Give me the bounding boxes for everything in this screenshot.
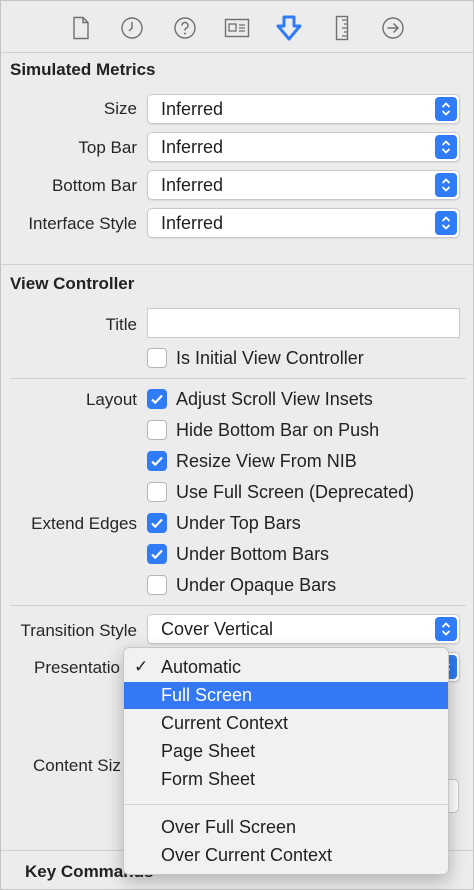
resize-view-from-nib-label: Resize View From NIB (176, 450, 357, 471)
interface-style-value: Inferred (161, 213, 224, 233)
transition-style-value: Cover Vertical (161, 619, 274, 639)
content-size-label: Content Siz (33, 756, 121, 775)
bottom-bar-value: Inferred (161, 175, 224, 195)
menu-item-label: Over Current Context (161, 845, 333, 865)
transition-style-popup[interactable]: Cover Vertical (147, 614, 460, 644)
hide-bottom-bar-label: Hide Bottom Bar on Push (176, 419, 380, 440)
under-opaque-bars-checkbox[interactable]: Under Opaque Bars (147, 573, 336, 597)
file-icon[interactable] (67, 14, 95, 42)
attributes-icon[interactable] (275, 14, 303, 42)
initial-view-controller-label: Is Initial View Controller (176, 347, 364, 368)
menu-item-full-screen[interactable]: Full Screen (124, 682, 448, 709)
menu-item-label: Automatic (161, 657, 242, 677)
layout-label: Layout (85, 390, 137, 409)
checkmark-icon (147, 389, 167, 409)
checkbox-box (147, 348, 167, 368)
identity-card-icon[interactable] (223, 14, 251, 42)
presentation-menu: ✓ Automatic Full Screen Current Context … (123, 647, 449, 875)
clock-icon[interactable] (118, 14, 146, 42)
view-controller-heading: View Controller (10, 274, 135, 293)
transition-style-label: Transition Style (20, 621, 137, 640)
chevron-up-down-icon (435, 211, 457, 235)
bottom-bar-label: Bottom Bar (51, 176, 137, 195)
presentation-label: Presentatio (34, 658, 120, 677)
menu-separator (124, 804, 448, 805)
under-bottom-bars-label: Under Bottom Bars (176, 543, 330, 564)
size-label: Size (103, 99, 137, 118)
extend-edges-label: Extend Edges (31, 514, 137, 533)
checkbox-box (147, 420, 167, 440)
connections-arrow-icon[interactable] (379, 14, 407, 42)
size-popup[interactable]: Inferred (147, 94, 460, 124)
attributes-inspector: Simulated Metrics Size Inferred Top Bar … (0, 0, 474, 890)
title-field[interactable] (147, 308, 460, 338)
interface-style-popup[interactable]: Inferred (147, 208, 460, 238)
size-value: Inferred (161, 99, 224, 119)
under-top-bars-label: Under Top Bars (176, 512, 301, 533)
menu-item-page-sheet[interactable]: Page Sheet (124, 738, 448, 765)
under-bottom-bars-checkbox[interactable]: Under Bottom Bars (147, 542, 329, 566)
checkbox-box (147, 575, 167, 595)
simulated-metrics-heading: Simulated Metrics (10, 60, 156, 79)
help-icon[interactable] (171, 14, 199, 42)
checkmark-icon: ✓ (134, 657, 149, 676)
menu-item-label: Form Sheet (161, 769, 256, 789)
under-top-bars-checkbox[interactable]: Under Top Bars (147, 511, 301, 535)
top-bar-popup[interactable]: Inferred (147, 132, 460, 162)
section-divider (1, 264, 474, 265)
checkmark-icon (147, 451, 167, 471)
ruler-icon[interactable] (328, 14, 356, 42)
menu-item-automatic[interactable]: ✓ Automatic (124, 654, 448, 681)
top-bar-label: Top Bar (78, 138, 137, 157)
menu-item-over-current-context[interactable]: Over Current Context (124, 842, 448, 869)
chevron-up-down-icon (435, 173, 457, 197)
adjust-scroll-view-insets-label: Adjust Scroll View Insets (176, 388, 373, 409)
menu-item-label: Full Screen (161, 685, 253, 705)
menu-item-over-full-screen[interactable]: Over Full Screen (124, 814, 448, 841)
inspector-toolbar (1, 1, 474, 53)
checkmark-icon (147, 513, 167, 533)
bottom-bar-popup[interactable]: Inferred (147, 170, 460, 200)
interface-style-label: Interface Style (28, 214, 137, 233)
initial-view-controller-checkbox[interactable]: Is Initial View Controller (147, 346, 364, 370)
top-bar-value: Inferred (161, 137, 224, 157)
checkmark-icon (147, 544, 167, 564)
chevron-up-down-icon (435, 135, 457, 159)
checkbox-box (147, 482, 167, 502)
title-label: Title (105, 315, 138, 334)
use-full-screen-checkbox[interactable]: Use Full Screen (Deprecated) (147, 480, 414, 504)
chevron-up-down-icon (435, 617, 457, 641)
subsection-divider (10, 378, 466, 379)
menu-item-label: Page Sheet (161, 741, 256, 761)
menu-item-current-context[interactable]: Current Context (124, 710, 448, 737)
menu-item-label: Over Full Screen (161, 817, 297, 837)
chevron-up-down-icon (435, 97, 457, 121)
menu-item-label: Current Context (161, 713, 289, 733)
resize-view-from-nib-checkbox[interactable]: Resize View From NIB (147, 449, 357, 473)
subsection-divider (10, 605, 466, 606)
adjust-scroll-view-insets-checkbox[interactable]: Adjust Scroll View Insets (147, 387, 373, 411)
under-opaque-bars-label: Under Opaque Bars (176, 574, 337, 595)
hide-bottom-bar-checkbox[interactable]: Hide Bottom Bar on Push (147, 418, 379, 442)
menu-item-form-sheet[interactable]: Form Sheet (124, 766, 448, 793)
use-full-screen-label: Use Full Screen (Deprecated) (176, 481, 415, 502)
